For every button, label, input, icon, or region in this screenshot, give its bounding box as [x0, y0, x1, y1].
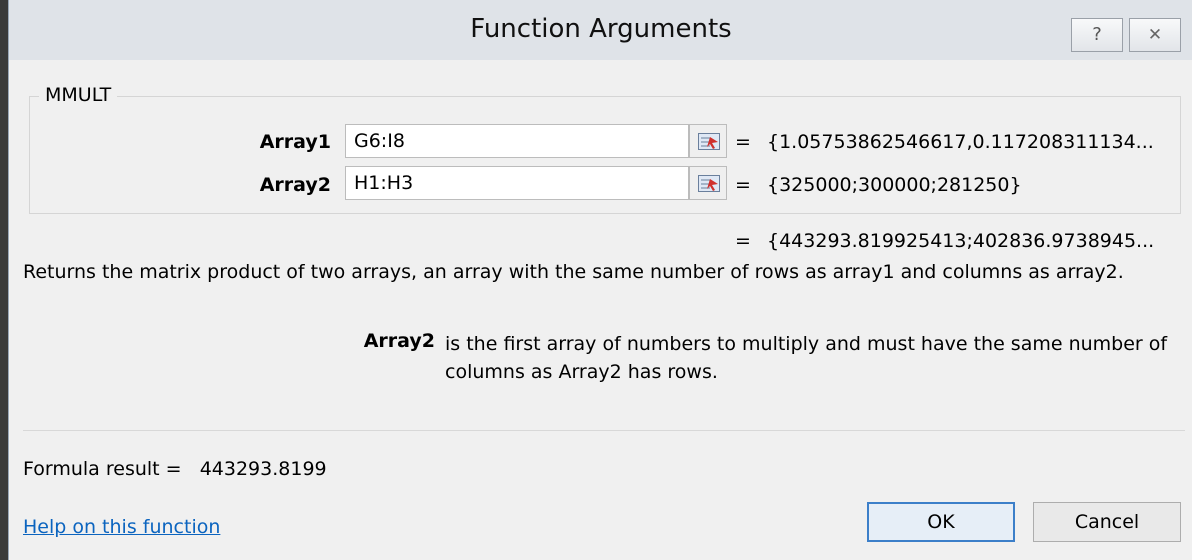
- help-button[interactable]: ?: [1071, 18, 1123, 52]
- formula-result: Formula result = 443293.8199: [23, 458, 327, 480]
- array1-label: Array1: [259, 131, 331, 153]
- result-equals-sign: =: [735, 230, 751, 252]
- close-icon: ✕: [1147, 25, 1163, 45]
- argument-help-name: Array2: [363, 330, 435, 352]
- array2-equals-sign: =: [735, 174, 751, 196]
- array2-evaluated-value: {325000;300000;281250}: [767, 174, 1022, 196]
- array1-collapse-button[interactable]: [689, 124, 727, 158]
- array2-collapse-button[interactable]: [689, 166, 727, 200]
- dialog-title: Function Arguments: [470, 14, 732, 44]
- formula-result-value: 443293.8199: [199, 458, 327, 480]
- function-description: Returns the matrix product of two arrays…: [23, 261, 1124, 283]
- array1-equals-sign: =: [735, 131, 751, 153]
- title-bar: Function Arguments ? ✕: [9, 0, 1192, 60]
- separator-line: [23, 430, 1185, 431]
- cancel-button[interactable]: Cancel: [1033, 502, 1181, 542]
- array1-evaluated-value: {1.05753862546617,0.117208311134...: [767, 131, 1154, 153]
- array2-input[interactable]: H1:H3: [345, 166, 689, 200]
- result-preview-value: {443293.819925413;402836.9738945...: [767, 230, 1155, 252]
- argument-help-text: is the first array of numbers to multipl…: [445, 333, 1168, 383]
- ok-button[interactable]: OK: [867, 502, 1015, 542]
- close-button[interactable]: ✕: [1129, 18, 1181, 52]
- background-window-edge: [0, 0, 8, 560]
- formula-result-label: Formula result =: [23, 458, 182, 480]
- function-name-label: MMULT: [39, 84, 118, 106]
- collapse-dialog-icon: [698, 175, 720, 192]
- help-on-function-link[interactable]: Help on this function: [23, 516, 220, 538]
- array2-label: Array2: [259, 174, 331, 196]
- collapse-dialog-icon: [698, 133, 720, 150]
- array1-input[interactable]: G6:I8: [345, 124, 689, 158]
- function-arguments-dialog: Function Arguments ? ✕ MMULT Array1 G6:I…: [8, 0, 1192, 560]
- help-icon: ?: [1092, 24, 1102, 45]
